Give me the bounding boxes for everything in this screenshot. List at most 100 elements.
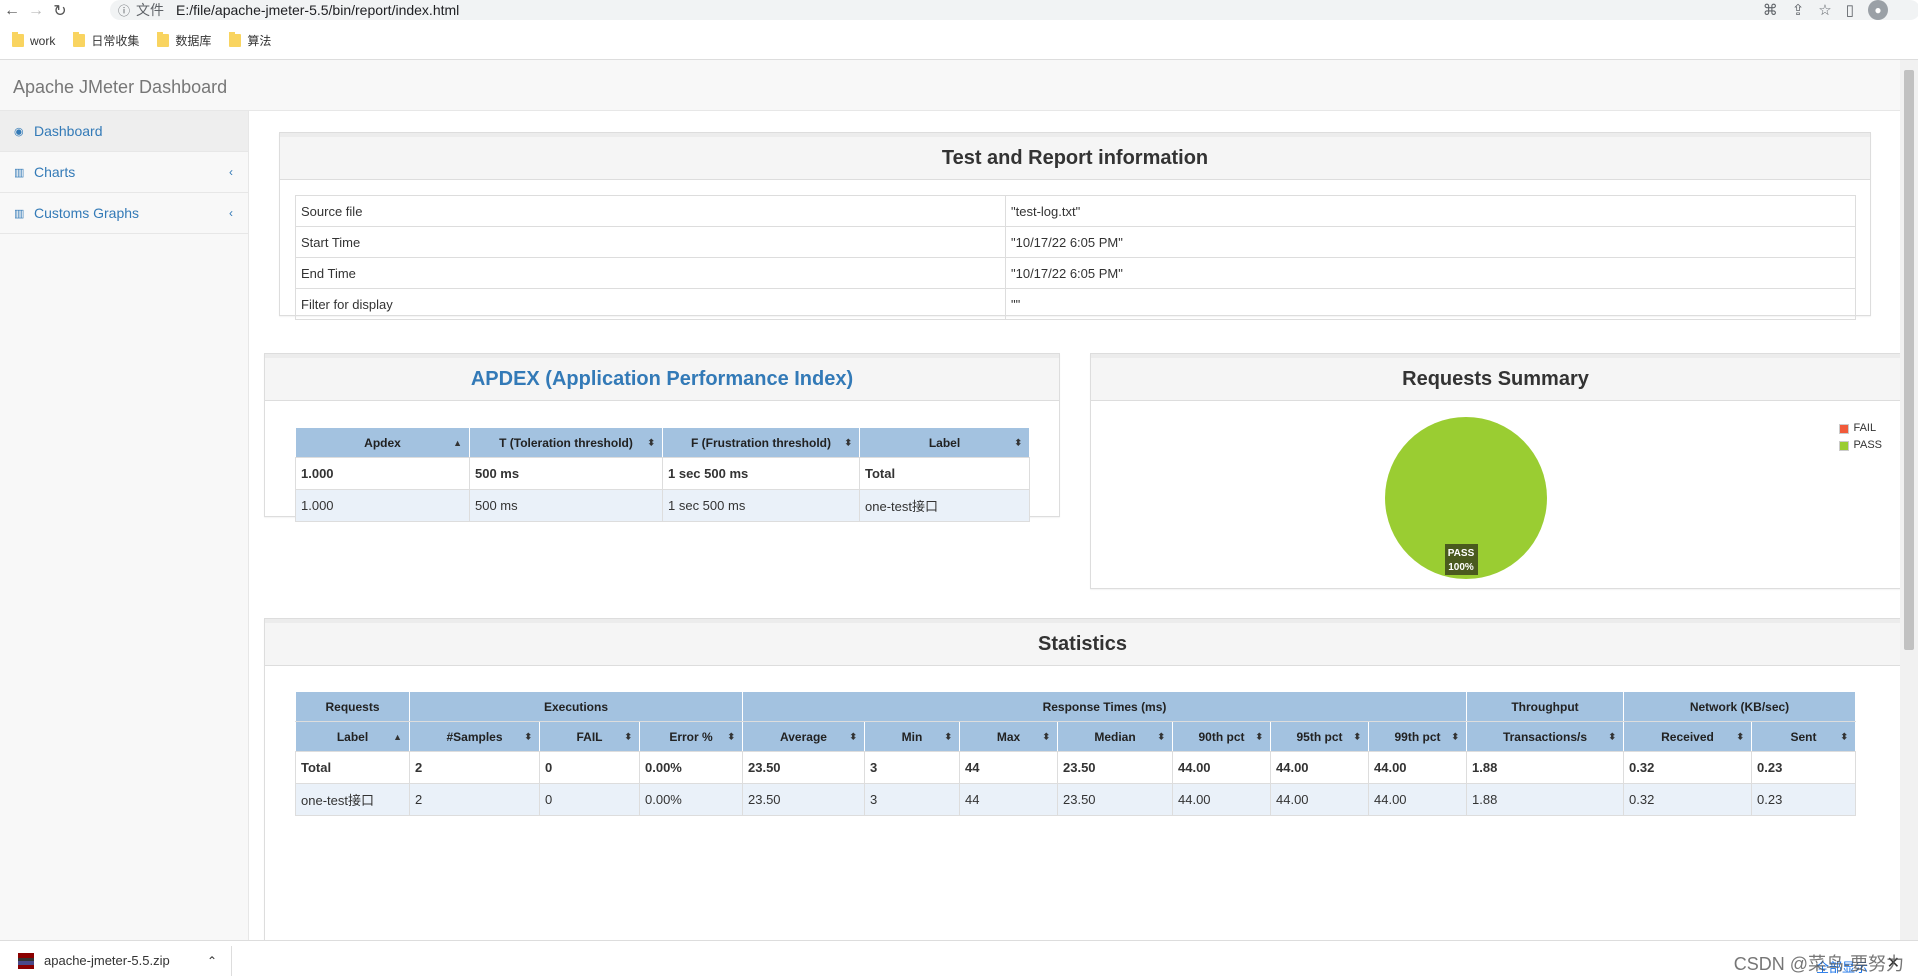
table-row: Total 2 0 0.00% 23.50 3 44 23.50 44.00 44.00 44.00… [295, 751, 1856, 784]
bookmark-star-icon[interactable]: ☆ [1818, 1, 1831, 19]
table-cell: Total [295, 751, 410, 784]
bar-chart-icon: ▥ [14, 207, 25, 220]
folder-icon [12, 32, 24, 47]
sort-icon: ⬍ [1353, 731, 1361, 741]
url-text[interactable]: E:/file/apache-jmeter-5.5/bin/report/ind… [176, 2, 459, 18]
table-row: 1.000 500 ms 1 sec 500 ms one-test接口 [295, 489, 1030, 522]
table-cell: 44 [959, 783, 1058, 816]
table-cell: 3 [864, 751, 960, 784]
bookmark-folder[interactable]: work [12, 32, 55, 48]
requests-summary-pie: PASS 100% [1385, 417, 1547, 579]
profile-avatar-icon[interactable]: ● [1868, 0, 1888, 20]
stats-col-header[interactable]: Min ⬍ [864, 721, 960, 752]
report-info-table: Source file "test-log.txt" Start Time "10/… [295, 195, 1856, 320]
sidebar: ◉ Dashboard ▥ Charts ‹ ▥ Customs Graphs … [0, 111, 249, 940]
table-cell: 0.32 [1623, 783, 1752, 816]
table-cell: 0.00% [639, 751, 743, 784]
download-bar: apache-jmeter-5.5.zip ⌃ 全部显示 ✕ [0, 940, 1918, 980]
legend-item-fail[interactable]: FAIL [1839, 420, 1882, 437]
table-cell: 0.23 [1751, 783, 1856, 816]
sort-icon: ⬍ [1255, 731, 1263, 741]
stats-col-header[interactable]: #Samples ⬍ [409, 721, 540, 752]
table-row: Start Time "10/17/22 6:05 PM" [295, 226, 1856, 258]
statistics-title: Statistics [265, 619, 1900, 666]
group-header: Throughput [1466, 691, 1624, 722]
scrollbar-thumb[interactable] [1904, 70, 1914, 650]
bookmark-folder[interactable]: 日常收集 [73, 32, 139, 49]
browser-toolbar: ← → ↻ ⓘ 文件 E:/file/apache-jmeter-5.5/bin… [0, 0, 1918, 22]
table-cell: 3 [864, 783, 960, 816]
vertical-scrollbar[interactable] [1900, 60, 1918, 940]
table-row: 1.000 500 ms 1 sec 500 ms Total [295, 457, 1030, 490]
legend-item-pass[interactable]: PASS [1839, 437, 1882, 454]
stats-col-header[interactable]: 95th pct ⬍ [1270, 721, 1369, 752]
forward-button[interactable]: → [24, 0, 48, 22]
sidebar-item-customs-graphs[interactable]: ▥ Customs Graphs ‹ [0, 193, 248, 234]
legend-swatch [1839, 440, 1850, 451]
sort-icon: ⬍ [944, 731, 952, 741]
sidebar-item-charts[interactable]: ▥ Charts ‹ [0, 152, 248, 193]
dashboard-icon: ◉ [14, 125, 24, 138]
info-icon[interactable]: ⓘ [118, 2, 130, 19]
apdex-col-header[interactable]: Label ⬍ [859, 427, 1030, 458]
table-cell: 2 [409, 751, 540, 784]
translate-icon[interactable]: ⌘ [1763, 1, 1778, 19]
pie-label-name: PASS [1448, 548, 1475, 559]
stats-col-header[interactable]: Transactions/s ⬍ [1466, 721, 1624, 752]
sort-icon: ⬍ [1157, 731, 1165, 741]
sort-icon: ⬍ [624, 731, 632, 741]
table-cell: 0.23 [1751, 751, 1856, 784]
stats-col-header[interactable]: 99th pct ⬍ [1368, 721, 1467, 752]
table-cell: 1.88 [1466, 783, 1624, 816]
side-panel-icon[interactable]: ▯ [1846, 1, 1854, 19]
table-cell: 0 [539, 783, 640, 816]
stats-col-header[interactable]: 90th pct ⬍ [1172, 721, 1271, 752]
stats-col-header[interactable]: Label ▲ [295, 721, 410, 752]
report-info-title: Test and Report information [280, 133, 1870, 180]
sort-icon: ⬍ [1014, 437, 1022, 447]
stats-col-header[interactable]: Average ⬍ [742, 721, 865, 752]
stats-col-header[interactable]: Median ⬍ [1057, 721, 1173, 752]
bookmark-folder[interactable]: 数据库 [157, 32, 211, 49]
share-icon[interactable]: ⇪ [1792, 1, 1805, 19]
address-bar[interactable]: ⓘ 文件 E:/file/apache-jmeter-5.5/bin/repor… [110, 0, 1918, 20]
table-cell: 23.50 [1057, 783, 1173, 816]
requests-summary-panel: Requests Summary PASS 100% FAIL PASS [1090, 353, 1901, 589]
stats-col-header[interactable]: Error % ⬍ [639, 721, 743, 752]
app-title[interactable]: Apache JMeter Dashboard [13, 77, 227, 97]
sort-asc-icon: ▲ [393, 731, 402, 742]
download-item[interactable]: apache-jmeter-5.5.zip ⌃ [0, 945, 232, 976]
table-cell: 44.00 [1368, 783, 1467, 816]
bookmark-folder[interactable]: 算法 [229, 32, 271, 49]
apdex-col-header[interactable]: Apdex ▲ [295, 427, 470, 458]
stats-col-header[interactable]: Max ⬍ [959, 721, 1058, 752]
apdex-col-header[interactable]: T (Toleration threshold) ⬍ [469, 427, 663, 458]
apdex-col-header[interactable]: F (Frustration threshold) ⬍ [662, 427, 860, 458]
pie-label-pct: 100% [1448, 562, 1474, 573]
folder-icon [157, 32, 170, 47]
group-header: Network (KB/sec) [1623, 691, 1856, 722]
table-cell: one-test接口 [295, 783, 410, 816]
stats-col-header[interactable]: FAIL ⬍ [539, 721, 640, 752]
main-content: Test and Report information Source file "… [249, 111, 1901, 940]
back-button[interactable]: ← [0, 0, 24, 22]
group-header: Response Times (ms) [742, 691, 1467, 722]
stats-col-header[interactable]: Received ⬍ [1623, 721, 1752, 752]
sort-icon: ⬍ [524, 731, 532, 741]
apdex-title[interactable]: APDEX (Application Performance Index) [265, 354, 1059, 401]
stats-col-header[interactable]: Sent ⬍ [1751, 721, 1856, 752]
sort-icon: ⬍ [1608, 731, 1616, 741]
apdex-table: Apdex ▲ T (Toleration threshold) ⬍ F (Frus… [295, 427, 1030, 522]
table-cell: 23.50 [742, 751, 865, 784]
chevron-up-icon[interactable]: ⌃ [207, 954, 217, 968]
sidebar-item-dashboard[interactable]: ◉ Dashboard [0, 111, 248, 152]
table-row: Source file "test-log.txt" [295, 195, 1856, 227]
reload-button[interactable]: ↻ [48, 0, 72, 22]
page: Apache JMeter Dashboard ◉ Dashboard ▥ Ch… [0, 60, 1918, 940]
table-row: one-test接口 2 0 0.00% 23.50 3 44 23.50 44.00 44.00… [295, 783, 1856, 816]
sort-icon: ⬍ [727, 731, 735, 741]
table-cell: 1.88 [1466, 751, 1624, 784]
table-cell: 44.00 [1172, 751, 1271, 784]
sort-icon: ⬍ [844, 437, 852, 447]
table-cell: 23.50 [1057, 751, 1173, 784]
